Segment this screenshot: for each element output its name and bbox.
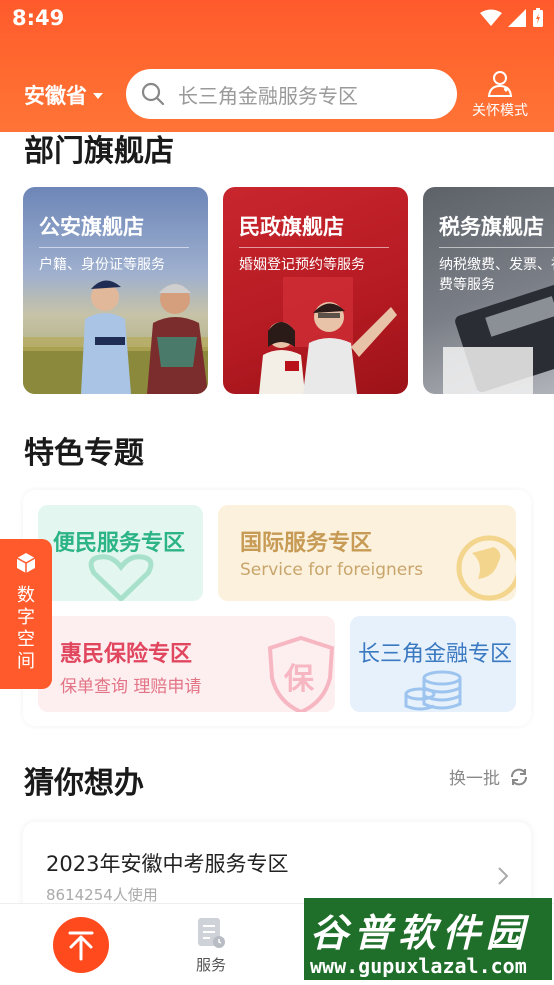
store-card-tax[interactable]: 税务旗舰店 纳税缴费、发票、社保缴费等服务	[423, 187, 554, 394]
care-mode-button[interactable]: 关怀模式	[466, 70, 534, 120]
topics-section-title: 特色专题	[24, 436, 144, 471]
topics-panel: 便民服务专区 国际服务专区 Service for foreigners 惠民保…	[23, 490, 531, 726]
globe-icon	[456, 535, 516, 601]
signal-icon	[508, 9, 526, 27]
topic-insurance[interactable]: 惠民保险专区 保单查询 理赔申请 保	[38, 616, 335, 712]
store-name: 民政旗舰店	[239, 215, 344, 239]
store-card-police[interactable]: 公安旗舰店 户籍、身份证等服务	[23, 187, 208, 394]
digital-space-tab[interactable]: 数字空间	[0, 539, 52, 689]
store-desc: 纳税缴费、发票、社保缴费等服务	[439, 257, 554, 293]
watermark-url: www.gupuxlazal.com	[310, 954, 527, 978]
status-time: 8:49	[12, 6, 65, 30]
digital-space-label: 数字空间	[0, 585, 52, 673]
guess-item-card[interactable]: 2023年安徽中考服务专区 8614254人使用	[23, 822, 531, 903]
store-name: 公安旗舰店	[39, 215, 144, 239]
divider	[239, 247, 389, 248]
store-name: 税务旗舰店	[439, 215, 544, 239]
topic-subtitle: Service for foreigners	[240, 560, 424, 580]
topic-title: 国际服务专区	[240, 531, 373, 556]
topic-title: 长三角金融专区	[358, 642, 513, 667]
status-bar: 8:49	[0, 0, 554, 36]
refresh-button[interactable]: 换一批	[449, 764, 530, 789]
flagship-section-title: 部门旗舰店	[24, 134, 174, 169]
store-desc: 婚姻登记预约等服务	[239, 257, 365, 273]
wifi-icon	[480, 9, 502, 26]
heart-hands-icon	[88, 554, 154, 601]
topic-subtitle: 保单查询 理赔申请	[60, 677, 202, 697]
service-tab-label: 服务	[195, 956, 226, 974]
home-tab[interactable]	[53, 917, 109, 973]
care-mode-icon	[487, 71, 513, 97]
search-placeholder: 长三角金融服务专区	[178, 83, 358, 108]
care-mode-label: 关怀模式	[472, 103, 528, 119]
cube-icon	[16, 553, 36, 573]
search-bar[interactable]: 长三角金融服务专区	[126, 69, 457, 119]
guess-item-title: 2023年安徽中考服务专区	[46, 852, 289, 876]
store-desc: 户籍、身份证等服务	[39, 257, 165, 273]
digital-space-text: 数字空间	[17, 585, 35, 672]
region-label: 安徽省	[24, 84, 87, 108]
store-card-civil-affairs[interactable]: 民政旗舰店 婚姻登记预约等服务	[223, 187, 408, 394]
flagship-store-list[interactable]: 公安旗舰店 户籍、身份证等服务 民政旗舰店 婚姻登记预约等服务 税务旗舰店 纳税…	[23, 187, 554, 397]
battery-icon	[533, 8, 543, 27]
service-doc-icon	[198, 918, 225, 948]
search-icon	[141, 82, 165, 106]
arrow-up-icon	[68, 931, 94, 961]
coins-icon	[404, 670, 462, 711]
app-header: 8:49 安徽省 长三角金融服务专区 关怀模式	[0, 0, 554, 132]
chevron-right-icon	[498, 867, 509, 885]
topic-yangtze-finance[interactable]: 长三角金融专区	[350, 616, 516, 712]
refresh-icon	[511, 768, 527, 785]
divider	[39, 247, 189, 248]
main-content: 部门旗舰店 公安旗舰店 户籍、身份证等服务 民政旗舰店 婚姻登记预约等服务 税务…	[0, 132, 554, 903]
chevron-down-icon	[93, 93, 103, 99]
guess-section-title: 猜你想办	[24, 766, 144, 801]
status-icons	[480, 8, 544, 28]
guess-item-usage: 8614254人使用	[46, 886, 158, 903]
watermark-cn: 谷普软件园	[310, 911, 531, 955]
service-tab[interactable]: 服务	[184, 916, 238, 975]
topic-convenience[interactable]: 便民服务专区	[38, 505, 203, 601]
topic-international[interactable]: 国际服务专区 Service for foreigners	[218, 505, 516, 601]
refresh-label: 换一批	[449, 769, 500, 789]
region-selector[interactable]: 安徽省	[24, 80, 103, 110]
topic-title: 惠民保险专区	[60, 642, 193, 667]
shield-badge-text: 保	[284, 662, 314, 697]
watermark-logo: 谷普软件园 www.gupuxlazal.com	[304, 898, 552, 980]
divider	[439, 247, 554, 248]
